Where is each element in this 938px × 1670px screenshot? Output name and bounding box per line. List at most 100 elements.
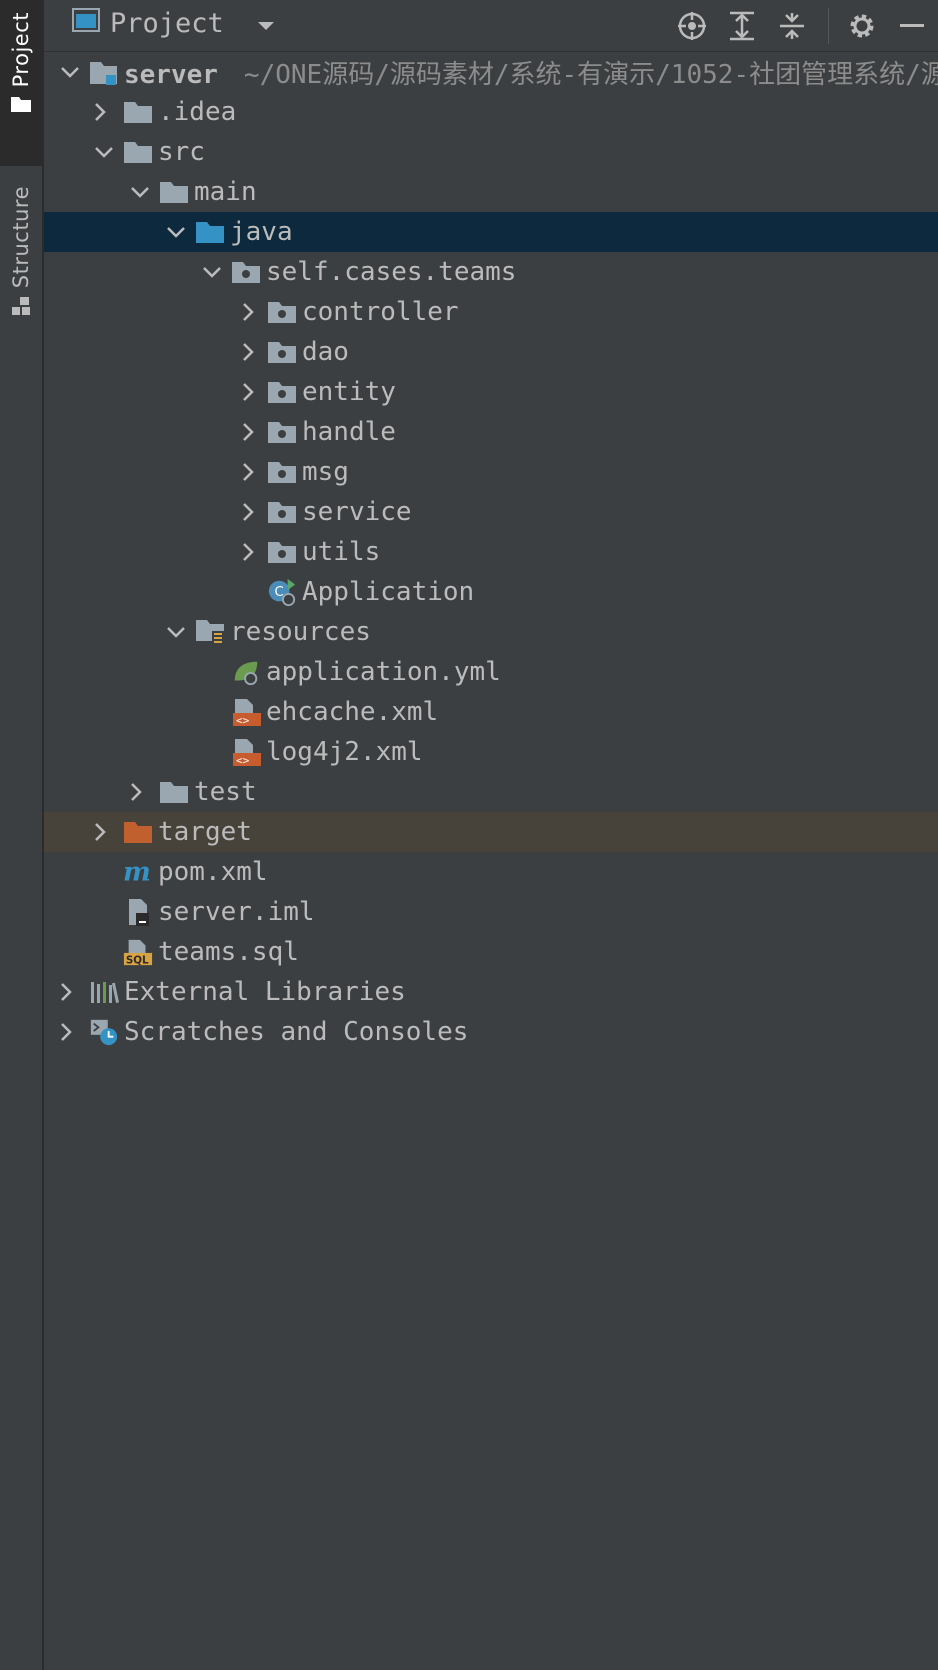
- tree-item-controller[interactable]: controller: [44, 292, 938, 332]
- xml-file-icon: <>: [231, 697, 261, 727]
- tree-item-package[interactable]: self.cases.teams: [44, 252, 938, 292]
- tree-item-application[interactable]: C Application: [44, 572, 938, 612]
- chevron-down-icon[interactable]: [201, 261, 223, 283]
- excluded-folder-icon: [123, 817, 153, 847]
- tree-label-target: target: [158, 817, 252, 847]
- structure-tab-label: Structure: [9, 186, 33, 289]
- tree-label-controller: controller: [302, 297, 459, 327]
- chevron-right-icon[interactable]: [237, 301, 259, 323]
- resources-folder-icon: [195, 617, 225, 647]
- tree-item-idea[interactable]: .idea: [44, 92, 938, 132]
- package-icon: [231, 257, 261, 287]
- tree-label-handle: handle: [302, 417, 396, 447]
- tree-item-ehcache-xml[interactable]: <> ehcache.xml: [44, 692, 938, 732]
- tree-label-msg: msg: [302, 457, 349, 487]
- locate-icon[interactable]: [675, 9, 709, 43]
- folder-icon: [159, 777, 189, 807]
- gear-icon[interactable]: [845, 9, 879, 43]
- tree-label-teams-sql: teams.sql: [158, 937, 299, 967]
- tree-item-utils[interactable]: utils: [44, 532, 938, 572]
- chevron-down-icon[interactable]: [129, 181, 151, 203]
- svg-text:m: m: [123, 859, 151, 885]
- tree-item-external-libraries[interactable]: External Libraries: [44, 972, 938, 1012]
- tree-label-application-yml: application.yml: [266, 657, 501, 687]
- tree-label-scratches: Scratches and Consoles: [124, 1017, 469, 1047]
- tree-label-test: test: [194, 777, 257, 807]
- chevron-down-icon[interactable]: [93, 141, 115, 163]
- structure-tool-tab[interactable]: Structure: [0, 178, 42, 348]
- svg-text:<>: <>: [236, 714, 250, 727]
- chevron-right-icon[interactable]: [89, 101, 111, 123]
- folder-icon: [10, 95, 32, 117]
- package-icon: [267, 377, 297, 407]
- chevron-right-icon[interactable]: [237, 501, 259, 523]
- tree-item-src[interactable]: src: [44, 132, 938, 172]
- structure-icon: [11, 296, 31, 320]
- tree-item-target[interactable]: target: [44, 812, 938, 852]
- tree-item-server-iml[interactable]: server.iml: [44, 892, 938, 932]
- tree-label-application: Application: [302, 577, 475, 607]
- tree-label-ehcache-xml: ehcache.xml: [266, 697, 439, 727]
- package-icon: [267, 537, 297, 567]
- tree-label-utils: utils: [302, 537, 381, 567]
- project-panel-header: Project: [44, 0, 938, 52]
- maven-file-icon: m: [123, 857, 153, 887]
- svg-text:C: C: [275, 585, 284, 600]
- chevron-right-icon[interactable]: [125, 781, 147, 803]
- chevron-right-icon[interactable]: [89, 821, 111, 843]
- chevron-right-icon[interactable]: [237, 421, 259, 443]
- chevron-down-icon[interactable]: [165, 621, 187, 643]
- project-window-icon: [72, 8, 100, 39]
- chevron-down-icon[interactable]: [59, 61, 81, 83]
- view-selector[interactable]: Project: [72, 8, 276, 39]
- tree-item-msg[interactable]: msg: [44, 452, 938, 492]
- tool-window-strip: Project Structure: [0, 0, 44, 1670]
- tree-label-dao: dao: [302, 337, 349, 367]
- tree-label-server: server: [124, 59, 218, 90]
- collapse-all-icon[interactable]: [775, 9, 809, 43]
- tree-label-entity: entity: [302, 377, 396, 407]
- tree-item-main[interactable]: main: [44, 172, 938, 212]
- package-icon: [267, 417, 297, 447]
- tree-item-java[interactable]: java: [44, 212, 938, 252]
- tree-item-server[interactable]: server ~/ONE源码/源码素材/系统-有演示/1052-社团管理系统/源码: [44, 52, 938, 92]
- spring-boot-class-icon: C: [267, 577, 297, 607]
- module-path: ~/ONE源码/源码素材/系统-有演示/1052-社团管理系统/源码: [243, 59, 938, 90]
- chevron-right-icon[interactable]: [237, 541, 259, 563]
- tree-item-handle[interactable]: handle: [44, 412, 938, 452]
- tree-label-src: src: [158, 137, 205, 167]
- chevron-right-icon[interactable]: [55, 981, 77, 1003]
- package-icon: [267, 297, 297, 327]
- folder-icon: [123, 137, 153, 167]
- tree-item-service[interactable]: service: [44, 492, 938, 532]
- minimize-icon[interactable]: [895, 9, 929, 43]
- tree-item-log4j2-xml[interactable]: <> log4j2.xml: [44, 732, 938, 772]
- package-icon: [267, 497, 297, 527]
- chevron-right-icon[interactable]: [55, 1021, 77, 1043]
- tree-label-service: service: [302, 497, 412, 527]
- chevron-down-icon: [256, 8, 276, 39]
- package-icon: [267, 337, 297, 367]
- project-tab-label: Project: [9, 12, 33, 88]
- expand-all-icon[interactable]: [725, 9, 759, 43]
- scratches-icon: [89, 1017, 119, 1047]
- tree-item-entity[interactable]: entity: [44, 372, 938, 412]
- svg-text:<>: <>: [236, 754, 250, 767]
- tree-item-application-yml[interactable]: application.yml: [44, 652, 938, 692]
- package-icon: [267, 457, 297, 487]
- source-folder-icon: [195, 217, 225, 247]
- tree-item-resources[interactable]: resources: [44, 612, 938, 652]
- folder-icon: [159, 177, 189, 207]
- chevron-right-icon[interactable]: [237, 381, 259, 403]
- project-tool-tab[interactable]: Project: [0, 0, 42, 166]
- tree-label-java: java: [230, 217, 293, 247]
- tree-item-scratches[interactable]: Scratches and Consoles: [44, 1012, 938, 1052]
- chevron-right-icon[interactable]: [237, 461, 259, 483]
- tree-item-dao[interactable]: dao: [44, 332, 938, 372]
- chevron-down-icon[interactable]: [165, 221, 187, 243]
- chevron-right-icon[interactable]: [237, 341, 259, 363]
- tree-item-test[interactable]: test: [44, 772, 938, 812]
- tree-item-pom-xml[interactable]: m pom.xml: [44, 852, 938, 892]
- tree-item-teams-sql[interactable]: SQL teams.sql: [44, 932, 938, 972]
- view-title: Project: [110, 8, 224, 39]
